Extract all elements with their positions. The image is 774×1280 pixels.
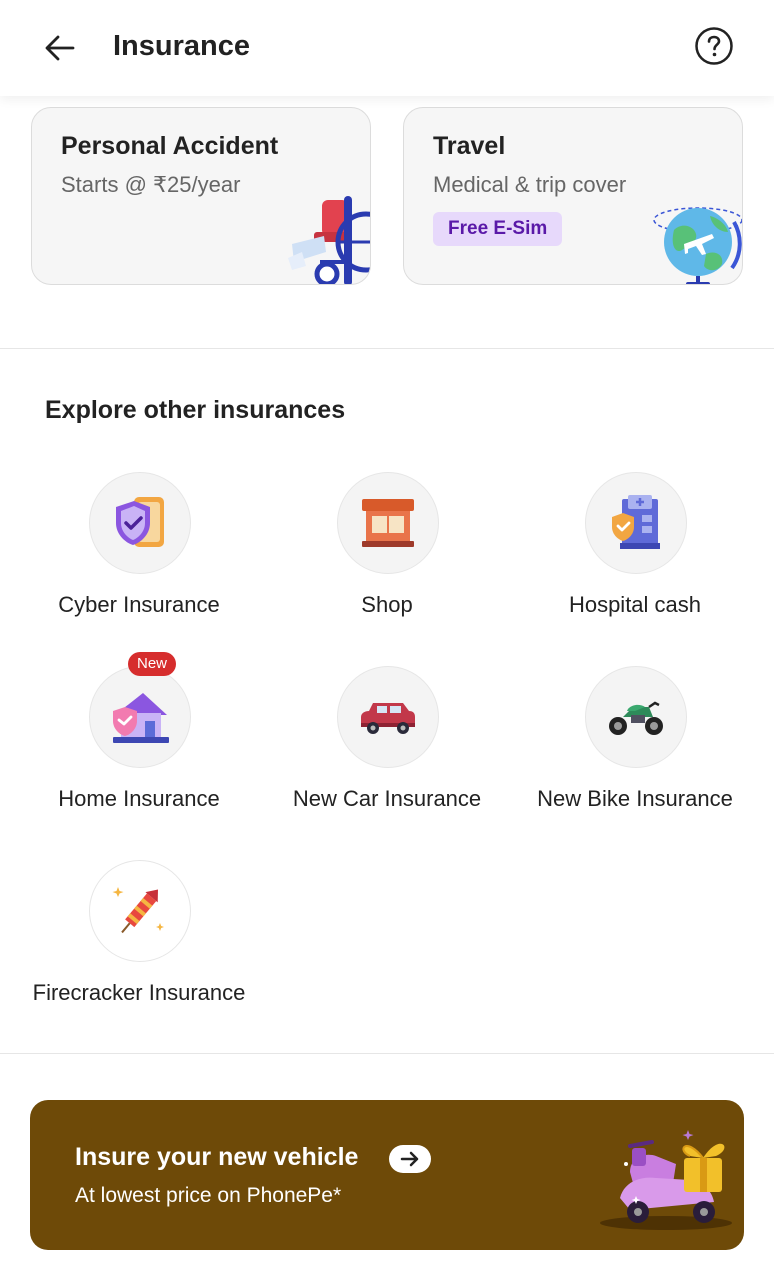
card-subtitle: Starts @ ₹25/year — [61, 172, 241, 197]
globe-plane-icon — [653, 207, 742, 284]
firecracker-insurance-item[interactable]: Firecracker Insurance — [14, 860, 264, 1030]
new-bike-insurance-item[interactable]: New Bike Insurance — [510, 666, 760, 836]
personal-accident-card[interactable]: Personal Accident Starts @ ₹25/year — [31, 107, 371, 285]
item-label: Cyber Insurance — [58, 592, 220, 617]
icon-circle — [585, 472, 687, 574]
firecracker-icon — [112, 887, 164, 934]
item-label: Firecracker Insurance — [32, 980, 246, 1005]
icon-circle — [585, 666, 687, 768]
scooter-gift-icon — [600, 1130, 732, 1230]
bike-icon — [609, 701, 663, 735]
new-car-insurance-item[interactable]: New Car Insurance — [262, 666, 512, 836]
app-bar: Insurance — [0, 0, 774, 96]
back-button[interactable] — [40, 28, 80, 68]
promo-subtitle: At lowest price on PhonePe* — [75, 1184, 342, 1207]
shop-icon — [362, 499, 414, 547]
item-label: Shop — [361, 592, 413, 617]
card-title: Personal Accident — [61, 132, 279, 160]
item-label: Hospital cash — [568, 592, 702, 617]
cyber-insurance-item[interactable]: Cyber Insurance — [14, 472, 264, 642]
item-label: Home Insurance — [58, 786, 220, 811]
icon-circle — [337, 666, 439, 768]
icon-circle — [89, 860, 191, 962]
free-esim-badge: Free E-Sim — [433, 212, 563, 246]
home-insurance-item[interactable]: New Home Insurance — [14, 652, 264, 836]
page-title: Insurance — [113, 30, 250, 62]
home-shield-icon — [113, 693, 169, 743]
icon-circle — [89, 472, 191, 574]
card-title: Travel — [433, 132, 506, 160]
travel-card[interactable]: Travel Medical & trip cover Free E-Sim — [403, 107, 743, 285]
explore-section-title: Explore other insurances — [45, 396, 346, 424]
car-icon — [361, 703, 415, 734]
arrow-left-icon — [45, 35, 75, 61]
icon-circle — [89, 666, 191, 768]
promo-title: Insure your new vehicle — [75, 1143, 359, 1171]
item-label: New Car Insurance — [292, 786, 482, 811]
hospital-cash-icon — [612, 495, 660, 549]
hospital-cash-item[interactable]: Hospital cash — [510, 472, 760, 642]
new-badge: New — [128, 652, 177, 676]
help-circle-icon — [695, 27, 733, 65]
section-divider — [0, 1053, 774, 1054]
wheelchair-icon — [288, 196, 370, 284]
shop-item[interactable]: Shop — [262, 472, 512, 642]
insure-vehicle-banner[interactable]: Insure your new vehicle At lowest price … — [30, 1100, 744, 1250]
cyber-shield-phone-icon — [116, 497, 164, 547]
icon-circle — [337, 472, 439, 574]
card-subtitle: Medical & trip cover — [433, 172, 627, 197]
section-divider — [0, 348, 774, 349]
arrow-right-circle-icon[interactable] — [389, 1145, 431, 1173]
help-button[interactable] — [694, 26, 734, 66]
item-label: New Bike Insurance — [537, 786, 733, 811]
